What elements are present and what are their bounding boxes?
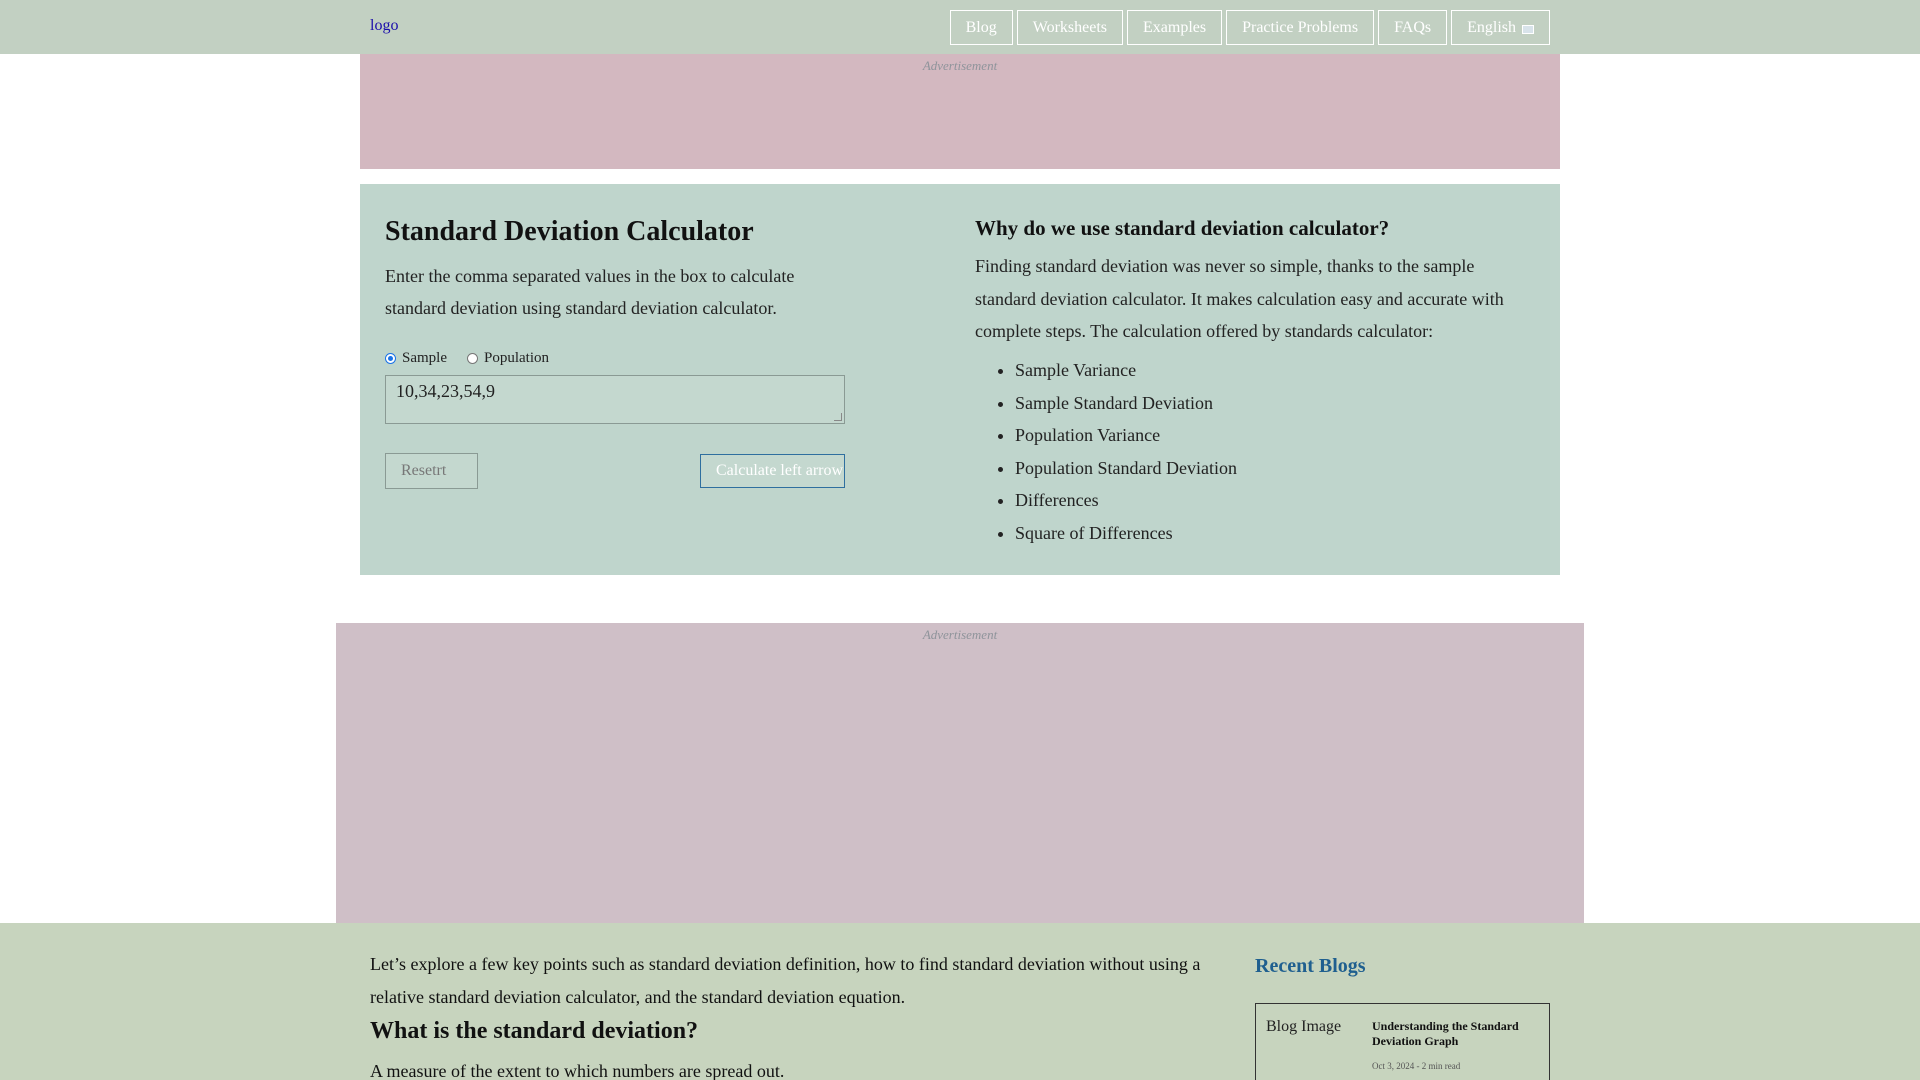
advertisement-label: Advertisement [922,58,998,73]
recent-blogs-heading: Recent Blogs [1255,955,1366,977]
flag-icon [1522,25,1534,34]
nav-worksheets-label: Worksheets [1032,19,1107,36]
calculate-button[interactable]: Calculate left arrow [700,454,845,488]
features-list: Sample Variance Sample Standard Deviatio… [1015,354,1237,549]
section-heading: What is the standard deviation? [370,1018,699,1044]
nav-menu: Blog Worksheets Examples Practice Proble… [949,10,1550,45]
nav-practice-problems-label: Practice Problems [1242,19,1359,36]
population-radio-label[interactable]: Population [484,350,549,367]
calculator-description: Enter the comma separated values in the … [385,266,795,318]
list-item: Population Variance [1015,419,1237,452]
why-heading: Why do we use standard deviation calcula… [975,216,1390,240]
advertisement-banner-top[interactable]: Advertisement [360,54,1560,169]
nav-blog-button[interactable]: Blog [949,10,1013,45]
sample-radio-label[interactable]: Sample [402,350,447,367]
reset-button-label: Reset [401,462,437,479]
nav-faqs-button[interactable]: FAQs [1378,10,1448,45]
nav-examples-label: Examples [1143,19,1207,36]
advertisement-banner-middle[interactable]: Advertisement [336,623,1584,923]
nav-practice-problems-button[interactable]: Practice Problems [1226,10,1375,45]
blog-card[interactable]: Blog Image Understanding the Standard De… [1255,1003,1550,1080]
advertisement-label: Advertisement [922,627,998,642]
top-nav-bar: logo Blog Worksheets Examples Practice P… [0,0,1920,54]
article-intro: Let’s explore a few key points such as s… [370,954,1201,1007]
blog-title-link[interactable]: Understanding the Standard Deviation Gra… [1372,1019,1532,1049]
definition-text: A measure of the extent to which numbers… [370,1061,785,1080]
nav-blog-label: Blog [965,19,997,36]
values-textarea[interactable]: 10,34,23,54,9 [385,375,845,424]
blog-meta: Oct 3, 2024 - 2 min read [1372,1061,1461,1071]
arrow-icon: left arrow [780,462,844,479]
list-item: Population Standard Deviation [1015,452,1237,485]
article-section: Let’s explore a few key points such as s… [0,923,1920,1080]
sample-radio[interactable] [385,353,396,364]
calculator-panel: Standard Deviation Calculator Enter the … [360,184,1560,575]
values-textarea-text: 10,34,23,54,9 [396,381,495,401]
nav-faqs-label: FAQs [1394,19,1432,36]
list-item: Square of Differences [1015,517,1237,550]
reset-icon: rt [436,462,447,479]
resize-handle-icon[interactable] [834,413,842,421]
nav-examples-button[interactable]: Examples [1127,10,1223,45]
page-title: Standard Deviation Calculator [385,216,754,247]
language-select-button[interactable]: English [1451,10,1550,45]
mode-radio-group: Sample Population [385,350,563,367]
why-description: Finding standard deviation was never so … [975,256,1504,341]
blog-image[interactable]: Blog Image [1266,1018,1341,1036]
list-item: Differences [1015,484,1237,517]
language-label: English [1467,19,1516,36]
reset-button[interactable]: Resetrt [385,453,478,489]
nav-worksheets-button[interactable]: Worksheets [1016,10,1123,45]
logo[interactable]: logo [370,17,398,35]
calculate-button-label: Calculate [716,462,777,479]
list-item: Sample Variance [1015,354,1237,387]
list-item: Sample Standard Deviation [1015,387,1237,420]
population-radio[interactable] [467,353,478,364]
